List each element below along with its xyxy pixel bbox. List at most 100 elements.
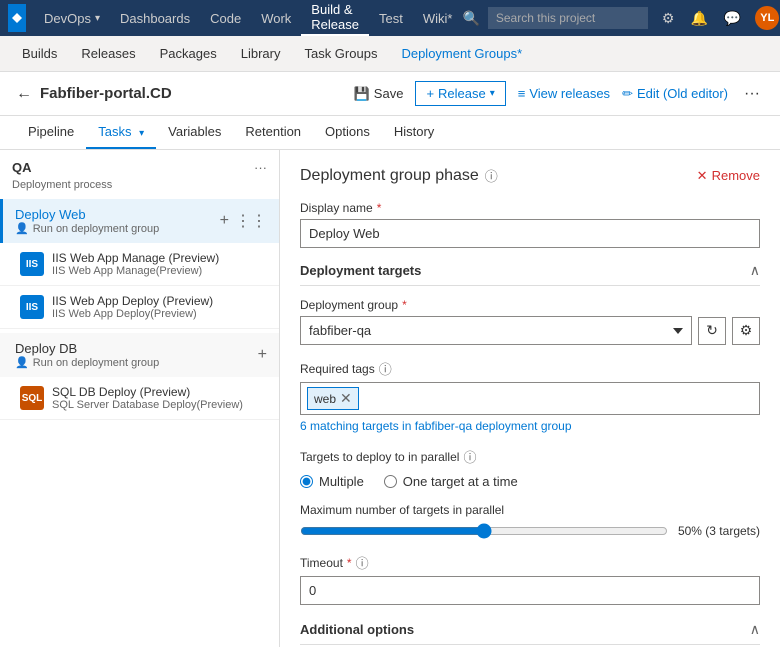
additional-options-title: Additional options — [300, 622, 414, 637]
release-button[interactable]: + Release ▾ — [415, 81, 505, 106]
chat-icon[interactable]: 💬 — [718, 6, 747, 31]
test-nav-item[interactable]: Test — [369, 0, 413, 36]
remove-tag-button[interactable]: ✕ — [340, 390, 352, 407]
tags-info-icon[interactable]: ⓘ — [379, 359, 392, 378]
tab-options[interactable]: Options — [313, 116, 382, 149]
tags-input[interactable]: web ✕ — [300, 382, 760, 415]
save-icon: 💾 — [354, 86, 370, 102]
code-nav-item[interactable]: Code — [200, 0, 251, 36]
more-options-button[interactable]: ··· — [740, 85, 764, 103]
nav-search-area: 🔍 ⚙ 🔔 💬 YL — [462, 6, 779, 31]
display-name-input[interactable] — [300, 219, 760, 248]
work-nav-item[interactable]: Work — [251, 0, 301, 36]
required-tags-field: Required tags ⓘ web ✕ 6 matching targets… — [300, 359, 760, 433]
list-icon: ≡ — [518, 86, 526, 101]
deployment-groups-subnav[interactable]: Deployment Groups* — [391, 36, 532, 72]
edit-icon: ✏ — [622, 86, 633, 102]
main-tabs: Pipeline Tasks ▾ Variables Retention Opt… — [0, 116, 780, 150]
multiple-radio-option[interactable]: Multiple — [300, 474, 364, 489]
back-arrow-icon: ← — [16, 85, 32, 103]
deployment-group-field: Deployment group * fabfiber-qa ↻ ⚙ — [300, 298, 760, 345]
list-item[interactable]: SQL SQL DB Deploy (Preview) SQL Server D… — [0, 377, 279, 420]
slider-value: 50% (3 targets) — [678, 524, 760, 538]
dropdown-arrow-icon: ▾ — [490, 88, 495, 99]
task-desc: IIS Web App Deploy(Preview) — [52, 308, 213, 320]
tag-web: web ✕ — [307, 387, 359, 410]
builds-subnav[interactable]: Builds — [12, 36, 67, 72]
refresh-button[interactable]: ↻ — [698, 317, 726, 345]
settings-icon[interactable]: ⚙ — [656, 6, 681, 31]
deploy-web-group: Deploy Web 👤 Run on deployment group + ⋮… — [0, 199, 279, 329]
collapse-icon[interactable]: ∧ — [750, 262, 760, 279]
task-icon-sql: SQL — [20, 386, 44, 410]
required-marker: * — [402, 298, 407, 312]
one-target-radio[interactable] — [384, 475, 397, 488]
deployment-group-wrapper: fabfiber-qa ↻ ⚙ — [300, 316, 760, 345]
deploy-db-actions: + — [258, 346, 267, 364]
task-name: SQL DB Deploy (Preview) — [52, 385, 243, 399]
targets-parallel-field: Targets to deploy to in parallel ⓘ Multi… — [300, 447, 760, 489]
stage-header: QA ··· — [0, 150, 279, 179]
task-icon-iis-deploy: IIS — [20, 295, 44, 319]
library-subnav[interactable]: Library — [231, 36, 291, 72]
nav-icon-group: ⚙ 🔔 💬 — [656, 6, 747, 31]
wiki-nav-item[interactable]: Wiki* — [413, 0, 463, 36]
timeout-input[interactable] — [300, 576, 760, 605]
task-name: IIS Web App Deploy (Preview) — [52, 294, 213, 308]
list-item[interactable]: IIS IIS Web App Deploy (Preview) IIS Web… — [0, 286, 279, 329]
deployment-group-select[interactable]: fabfiber-qa — [300, 316, 692, 345]
panel-header: Deployment group phase ⓘ ✕ Remove — [300, 166, 760, 185]
one-target-radio-option[interactable]: One target at a time — [384, 474, 518, 489]
save-button[interactable]: 💾 Save — [354, 86, 404, 102]
deployment-group-link[interactable]: fabfiber-qa deployment group — [415, 419, 572, 433]
devops-nav-item[interactable]: DevOps ▾ — [34, 0, 110, 36]
additional-collapse-icon[interactable]: ∧ — [750, 621, 760, 638]
user-avatar[interactable]: YL — [755, 6, 779, 30]
releases-subnav[interactable]: Releases — [71, 36, 145, 72]
app-logo — [8, 4, 26, 32]
page-title: Fabfiber-portal.CD — [40, 85, 172, 102]
pipeline-title: ← Fabfiber-portal.CD — [16, 85, 172, 103]
task-groups-subnav[interactable]: Task Groups — [294, 36, 387, 72]
deployment-group-label: Deployment group * — [300, 298, 760, 312]
parallel-info-icon[interactable]: ⓘ — [463, 447, 476, 466]
build-release-nav-item[interactable]: Build & Release — [301, 0, 369, 36]
deploy-web-subtitle: 👤 Run on deployment group — [15, 222, 159, 235]
panel-title: Deployment group phase ⓘ — [300, 166, 498, 185]
main-content: QA ··· Deployment process Deploy Web 👤 R… — [0, 150, 780, 647]
tab-tasks[interactable]: Tasks ▾ — [86, 116, 156, 149]
stage-options-button[interactable]: ··· — [254, 160, 267, 175]
edit-old-editor-button[interactable]: ✏ Edit (Old editor) — [622, 86, 728, 102]
parallel-slider[interactable] — [300, 523, 668, 539]
person-icon: 👤 — [15, 356, 29, 369]
timeout-info-icon[interactable]: ⓘ — [356, 553, 369, 572]
add-task-button[interactable]: + — [220, 212, 229, 230]
task-name: IIS Web App Manage (Preview) — [52, 251, 219, 265]
list-item[interactable]: IIS IIS Web App Manage (Preview) IIS Web… — [0, 243, 279, 286]
deploy-web-header[interactable]: Deploy Web 👤 Run on deployment group + ⋮… — [0, 199, 279, 243]
sub-navigation: Builds Releases Packages Library Task Gr… — [0, 36, 780, 72]
view-releases-button[interactable]: ≡ View releases — [518, 86, 610, 101]
notifications-icon[interactable]: 🔔 — [684, 6, 713, 31]
close-icon: ✕ — [697, 168, 708, 184]
tab-retention[interactable]: Retention — [233, 116, 313, 149]
plus-icon: + — [426, 86, 434, 101]
settings-button[interactable]: ⚙ — [732, 317, 760, 345]
deploy-db-header[interactable]: Deploy DB 👤 Run on deployment group + — [0, 333, 279, 377]
packages-subnav[interactable]: Packages — [150, 36, 227, 72]
add-db-task-button[interactable]: + — [258, 346, 267, 364]
remove-button[interactable]: ✕ Remove — [697, 168, 760, 184]
search-input[interactable] — [488, 7, 648, 29]
tab-history[interactable]: History — [382, 116, 446, 149]
tab-pipeline[interactable]: Pipeline — [16, 116, 86, 149]
right-panel: Deployment group phase ⓘ ✕ Remove Displa… — [280, 150, 780, 647]
header-bar: ← Fabfiber-portal.CD 💾 Save + Release ▾ … — [0, 72, 780, 116]
required-marker: * — [347, 556, 352, 570]
additional-options-section: Additional options ∧ Skip download of ar… — [300, 621, 760, 647]
drag-handle[interactable]: ⋮⋮ — [235, 211, 267, 231]
tab-variables[interactable]: Variables — [156, 116, 233, 149]
info-icon[interactable]: ⓘ — [485, 166, 498, 185]
task-desc: SQL Server Database Deploy(Preview) — [52, 399, 243, 411]
multiple-radio[interactable] — [300, 475, 313, 488]
dashboards-nav-item[interactable]: Dashboards — [110, 0, 200, 36]
